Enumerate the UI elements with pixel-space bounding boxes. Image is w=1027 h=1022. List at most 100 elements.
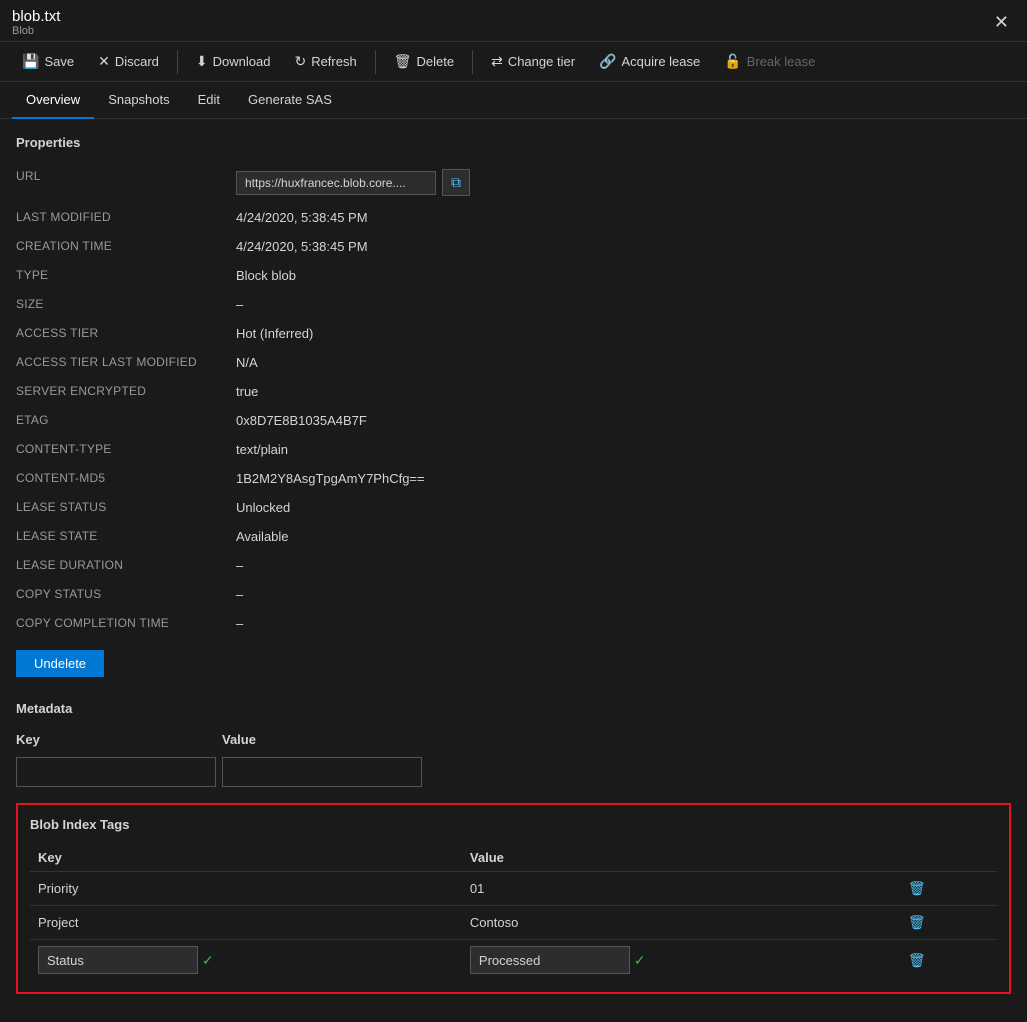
change-tier-button[interactable]: ⇄ Change tier (481, 48, 585, 75)
index-key-header: Key (30, 844, 462, 872)
copy-url-button[interactable]: ⧉ (442, 169, 470, 196)
meta-key-header: Key (16, 728, 216, 751)
meta-value-header: Value (222, 728, 422, 751)
delete-project-button[interactable]: 🗑 (902, 912, 932, 933)
properties-grid: URL ⧉ LAST MODIFIED 4/24/2020, 5:38:45 P… (16, 162, 1011, 638)
delete-icon: 🗑 (394, 53, 412, 70)
index-row-key-status: ✓ (30, 940, 462, 981)
status-key-check-icon: ✓ (202, 952, 214, 969)
url-label: URL (16, 162, 236, 203)
prop-value-copy-completion: – (236, 609, 1011, 638)
tab-generate-sas[interactable]: Generate SAS (234, 82, 346, 119)
url-container: ⧉ (236, 169, 1011, 196)
metadata-key-input[interactable] (16, 757, 216, 787)
metadata-value-input[interactable] (222, 757, 422, 787)
prop-value-lease-state: Available (236, 522, 1011, 551)
discard-icon: ✕ (98, 53, 110, 70)
save-button[interactable]: 💾 Save (12, 48, 84, 75)
index-value-header: Value (462, 844, 894, 872)
acquire-lease-icon: 🔗 (599, 53, 616, 70)
status-value-input[interactable] (470, 946, 630, 974)
prop-value-type: Block blob (236, 261, 1011, 290)
prop-label-content-type: CONTENT-TYPE (16, 435, 236, 464)
blob-subtitle: Blob (12, 25, 60, 37)
prop-label-lease-duration: LEASE DURATION (16, 551, 236, 580)
url-input[interactable] (236, 171, 436, 195)
prop-label-content-md5: CONTENT-MD5 (16, 464, 236, 493)
toolbar-separator-2 (375, 50, 376, 74)
table-row: Priority 01 🗑 (30, 872, 997, 906)
discard-button[interactable]: ✕ Discard (88, 48, 169, 75)
status-key-container: ✓ (38, 946, 454, 974)
content-area: Properties URL ⧉ LAST MODIFIED 4/24/2020… (0, 119, 1027, 1022)
index-row-delete-project: 🗑 (894, 906, 997, 940)
download-label: Download (213, 54, 271, 69)
url-value: ⧉ (236, 162, 1011, 203)
prop-label-lease-state: LEASE STATE (16, 522, 236, 551)
blob-index-table: Key Value Priority 01 🗑 Project Contoso (30, 844, 997, 980)
prop-value-last-modified: 4/24/2020, 5:38:45 PM (236, 203, 1011, 232)
refresh-icon: ↻ (294, 53, 306, 70)
change-tier-icon: ⇄ (491, 53, 503, 70)
refresh-button[interactable]: ↻ Refresh (284, 48, 366, 75)
close-button[interactable]: ✕ (988, 10, 1015, 35)
prop-label-lease-status: LEASE STATUS (16, 493, 236, 522)
tab-overview[interactable]: Overview (12, 82, 94, 119)
download-icon: ⬇ (196, 53, 208, 70)
prop-value-lease-duration: – (236, 551, 1011, 580)
download-button[interactable]: ⬇ Download (186, 48, 281, 75)
blob-index-tags-section: Blob Index Tags Key Value Priority 01 🗑 (16, 803, 1011, 994)
prop-value-server-encrypted: true (236, 377, 1011, 406)
title-bar: blob.txt Blob ✕ (0, 0, 1027, 42)
metadata-section-title: Metadata (16, 701, 1011, 716)
prop-value-creation-time: 4/24/2020, 5:38:45 PM (236, 232, 1011, 261)
index-row-value-status: ✓ (462, 940, 894, 981)
status-key-input[interactable] (38, 946, 198, 974)
status-value-check-icon: ✓ (634, 952, 646, 969)
index-row-delete-priority: 🗑 (894, 872, 997, 906)
tabs-bar: Overview Snapshots Edit Generate SAS (0, 82, 1027, 119)
delete-button[interactable]: 🗑 Delete (384, 48, 464, 75)
index-row-key-project: Project (30, 906, 462, 940)
prop-label-type: TYPE (16, 261, 236, 290)
prop-label-copy-status: COPY STATUS (16, 580, 236, 609)
metadata-grid: Key Value (16, 728, 1011, 787)
prop-value-access-tier: Hot (Inferred) (236, 319, 1011, 348)
undelete-button[interactable]: Undelete (16, 650, 104, 677)
blob-filename: blob.txt (12, 8, 60, 25)
title-info: blob.txt Blob (12, 8, 60, 37)
save-label: Save (44, 54, 74, 69)
index-row-key-priority: Priority (30, 872, 462, 906)
table-row: ✓ ✓ 🗑 (30, 940, 997, 981)
acquire-lease-button[interactable]: 🔗 Acquire lease (589, 48, 710, 75)
prop-value-content-type: text/plain (236, 435, 1011, 464)
blob-index-tags-title: Blob Index Tags (30, 817, 997, 832)
tab-edit[interactable]: Edit (184, 82, 234, 119)
prop-label-creation-time: CREATION TIME (16, 232, 236, 261)
toolbar-separator-1 (177, 50, 178, 74)
refresh-label: Refresh (311, 54, 357, 69)
table-row: Project Contoso 🗑 (30, 906, 997, 940)
prop-label-access-tier-modified: ACCESS TIER LAST MODIFIED (16, 348, 236, 377)
break-lease-icon: 🔓 (724, 53, 741, 70)
break-lease-button[interactable]: 🔓 Break lease (714, 48, 825, 75)
prop-value-content-md5: 1B2M2Y8AsgTpgAmY7PhCfg== (236, 464, 1011, 493)
prop-value-size: – (236, 290, 1011, 319)
delete-status-button[interactable]: 🗑 (902, 950, 932, 971)
status-value-container: ✓ (470, 946, 886, 974)
break-lease-label: Break lease (747, 54, 816, 69)
change-tier-label: Change tier (508, 54, 575, 69)
index-row-delete-status: 🗑 (894, 940, 997, 981)
prop-label-server-encrypted: SERVER ENCRYPTED (16, 377, 236, 406)
discard-label: Discard (115, 54, 159, 69)
prop-value-lease-status: Unlocked (236, 493, 1011, 522)
index-table-header: Key Value (30, 844, 997, 872)
toolbar-separator-3 (472, 50, 473, 74)
tab-snapshots[interactable]: Snapshots (94, 82, 183, 119)
metadata-section: Metadata Key Value (16, 701, 1011, 787)
toolbar: 💾 Save ✕ Discard ⬇ Download ↻ Refresh 🗑 … (0, 42, 1027, 82)
save-icon: 💾 (22, 53, 39, 70)
delete-priority-button[interactable]: 🗑 (902, 878, 932, 899)
index-actions-header (894, 844, 997, 872)
prop-value-copy-status: – (236, 580, 1011, 609)
